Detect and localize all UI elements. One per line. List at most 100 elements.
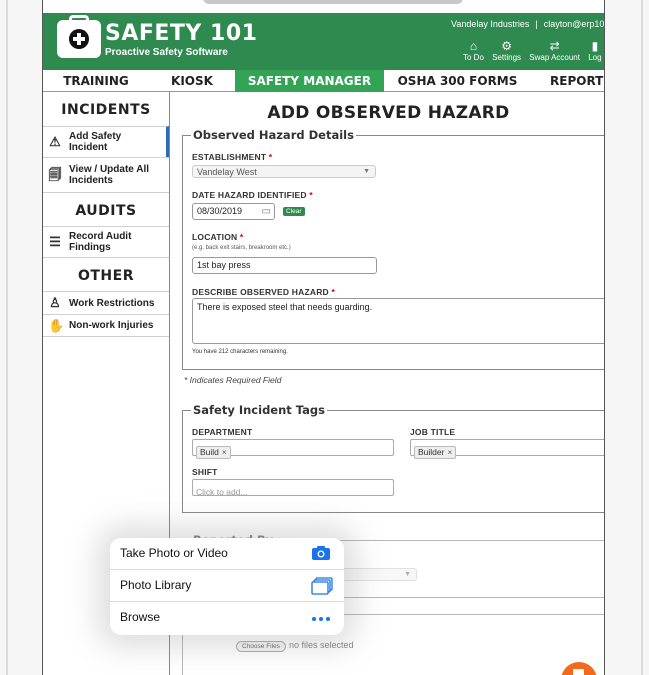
location-label: LOCATION * bbox=[192, 232, 243, 242]
nav-training[interactable]: TRAINING bbox=[43, 70, 149, 92]
sidebar-item-label: Record Audit Findings bbox=[69, 231, 132, 253]
sidebar-item-work-restrictions[interactable]: ♙ Work Restrictions bbox=[43, 291, 169, 314]
location-hint: (e.g. back exit stairs, breakroom etc.) bbox=[192, 245, 291, 251]
chevron-down-icon: ▼ bbox=[363, 168, 370, 175]
swap-icon: ⇄ bbox=[549, 39, 560, 53]
job-title-tag-input[interactable]: Builder × bbox=[410, 439, 604, 459]
document-search-icon: 🗐 bbox=[48, 167, 62, 182]
browse-label: Browse bbox=[120, 610, 161, 624]
calendar-icon[interactable]: ▭ bbox=[262, 204, 271, 219]
brand-name: SAFETY 101 bbox=[105, 21, 258, 46]
todo-label: To Do bbox=[463, 53, 484, 62]
job-title-chip-label: Builder bbox=[418, 447, 445, 457]
required-marker: * bbox=[268, 152, 273, 162]
brand-tagline: Proactive Safety Software bbox=[105, 47, 228, 58]
device-frame: SAFETY 101 Proactive Safety Software Van… bbox=[0, 0, 649, 675]
date-label-text: DATE HAZARD IDENTIFIED bbox=[192, 190, 307, 200]
job-title-chip: Builder × bbox=[414, 446, 457, 459]
date-label: DATE HAZARD IDENTIFIED * bbox=[192, 190, 313, 200]
establishment-label-text: ESTABLISHMENT bbox=[192, 152, 267, 162]
swap-account-button[interactable]: ⇄ Swap Account bbox=[529, 39, 580, 63]
sidebar-item-record-audit-findings[interactable]: ☰ Record Audit Findings bbox=[43, 226, 169, 257]
separator: | bbox=[535, 19, 538, 29]
frame-edge-left bbox=[6, 0, 8, 675]
required-marker: * bbox=[239, 232, 244, 242]
camera-icon bbox=[311, 545, 331, 561]
swap-account-label: Swap Account bbox=[529, 53, 580, 62]
shift-label: SHIFT bbox=[192, 467, 218, 477]
browse-option[interactable]: Browse bbox=[110, 602, 344, 634]
establishment-select[interactable]: Vandelay West ▼ bbox=[192, 165, 376, 178]
settings-button[interactable]: ⚙ Settings bbox=[492, 39, 522, 63]
shift-tag-input[interactable]: Click to add... bbox=[192, 479, 394, 497]
describe-label: DESCRIBE OBSERVED HAZARD * bbox=[192, 287, 335, 297]
chars-remaining: You have 212 characters remaining. bbox=[192, 349, 288, 355]
photo-library-icon bbox=[311, 577, 333, 595]
todo-button[interactable]: ⌂ To Do bbox=[463, 39, 484, 63]
sidebar-item-label: Add Safety Incident bbox=[69, 131, 122, 153]
sidebar-heading-incidents: INCIDENTS bbox=[61, 102, 151, 118]
sidebar-heading-audits: AUDITS bbox=[43, 192, 169, 226]
sidebar-item-view-update-incidents[interactable]: 🗐 View / Update All Incidents bbox=[43, 157, 169, 192]
address-bar[interactable] bbox=[203, 0, 463, 4]
account-info: Vandelay Industries | clayton@erp101. bbox=[451, 19, 604, 29]
page-title: ADD OBSERVED HAZARD bbox=[267, 103, 510, 123]
company-name[interactable]: Vandelay Industries bbox=[451, 19, 529, 29]
remove-chip-icon[interactable]: × bbox=[222, 448, 227, 457]
hazard-details-legend: Observed Hazard Details bbox=[193, 128, 354, 142]
date-value: 08/30/2019 bbox=[197, 206, 243, 216]
nav-safety-manager[interactable]: SAFETY MANAGER bbox=[235, 70, 384, 92]
remove-chip-icon[interactable]: × bbox=[447, 448, 452, 457]
shift-placeholder: Click to add... bbox=[196, 487, 248, 497]
main-nav: TRAINING KIOSK SAFETY MANAGER OSHA 300 F… bbox=[43, 70, 604, 92]
sidebar-item-non-work-injuries[interactable]: ✋ Non-work Injuries bbox=[43, 314, 169, 337]
home-icon: ⌂ bbox=[469, 39, 478, 53]
logout-label: Log bbox=[588, 53, 602, 62]
checklist-icon: ☰ bbox=[49, 234, 61, 249]
photo-library-option[interactable]: Photo Library bbox=[110, 570, 344, 602]
photo-library-label: Photo Library bbox=[120, 578, 192, 592]
describe-textarea[interactable]: There is exposed steel that needs guardi… bbox=[192, 298, 604, 344]
file-source-popover: Take Photo or Video Photo Library Browse bbox=[110, 538, 344, 635]
date-input[interactable]: 08/30/2019 ▭ bbox=[192, 203, 275, 220]
clear-date-button[interactable]: Clear bbox=[283, 207, 305, 216]
location-label-text: LOCATION bbox=[192, 232, 238, 242]
frame-edge-right bbox=[641, 0, 643, 675]
required-note: * Indicates Required Field bbox=[184, 375, 282, 385]
nav-reports[interactable]: REPORTS bbox=[531, 70, 604, 92]
department-chip: Build × bbox=[196, 446, 231, 459]
tags-legend: Safety Incident Tags bbox=[193, 403, 325, 417]
sidebar-item-label: Non-work Injuries bbox=[69, 320, 154, 331]
person-restriction-icon: ♙ bbox=[49, 295, 61, 310]
sidebar-item-add-safety-incident[interactable]: ⚠ Add Safety Incident bbox=[43, 126, 169, 157]
sidebar-heading-other: OTHER bbox=[43, 257, 169, 291]
settings-label: Settings bbox=[492, 53, 522, 62]
logout-icon: ▮ bbox=[591, 39, 599, 53]
take-photo-option[interactable]: Take Photo or Video bbox=[110, 538, 344, 570]
take-photo-label: Take Photo or Video bbox=[120, 546, 228, 560]
required-marker: * bbox=[309, 190, 313, 200]
department-chip-label: Build bbox=[200, 447, 219, 457]
describe-label-text: DESCRIBE OBSERVED HAZARD bbox=[192, 287, 329, 297]
establishment-label: ESTABLISHMENT * bbox=[192, 152, 272, 162]
gear-icon: ⚙ bbox=[501, 39, 512, 53]
more-icon bbox=[311, 611, 331, 627]
sidebar-item-label: View / Update All Incidents bbox=[69, 164, 150, 186]
nav-osha-300-forms[interactable]: OSHA 300 FORMS bbox=[384, 70, 531, 92]
nav-kiosk[interactable]: KIOSK bbox=[149, 70, 235, 92]
department-label: DEPARTMENT bbox=[192, 427, 253, 437]
job-title-label: JOB TITLE bbox=[410, 427, 456, 437]
first-aid-kit-logo-icon[interactable] bbox=[57, 15, 101, 58]
warning-icon: ⚠ bbox=[49, 134, 61, 149]
location-input[interactable]: 1st bay press bbox=[192, 257, 377, 274]
user-email[interactable]: clayton@erp101. bbox=[544, 19, 604, 29]
sidebar-item-label: Work Restrictions bbox=[69, 297, 155, 309]
logo-handle bbox=[69, 15, 89, 23]
logout-button[interactable]: ▮ Log bbox=[588, 39, 602, 63]
required-marker: * bbox=[331, 287, 335, 297]
app-header: SAFETY 101 Proactive Safety Software Van… bbox=[43, 13, 604, 70]
establishment-value: Vandelay West bbox=[197, 167, 257, 177]
header-actions: ⌂ To Do ⚙ Settings ⇄ Swap Account ▮ Log bbox=[463, 39, 604, 63]
department-tag-input[interactable]: Build × bbox=[192, 439, 394, 459]
logo-cross bbox=[69, 29, 89, 49]
